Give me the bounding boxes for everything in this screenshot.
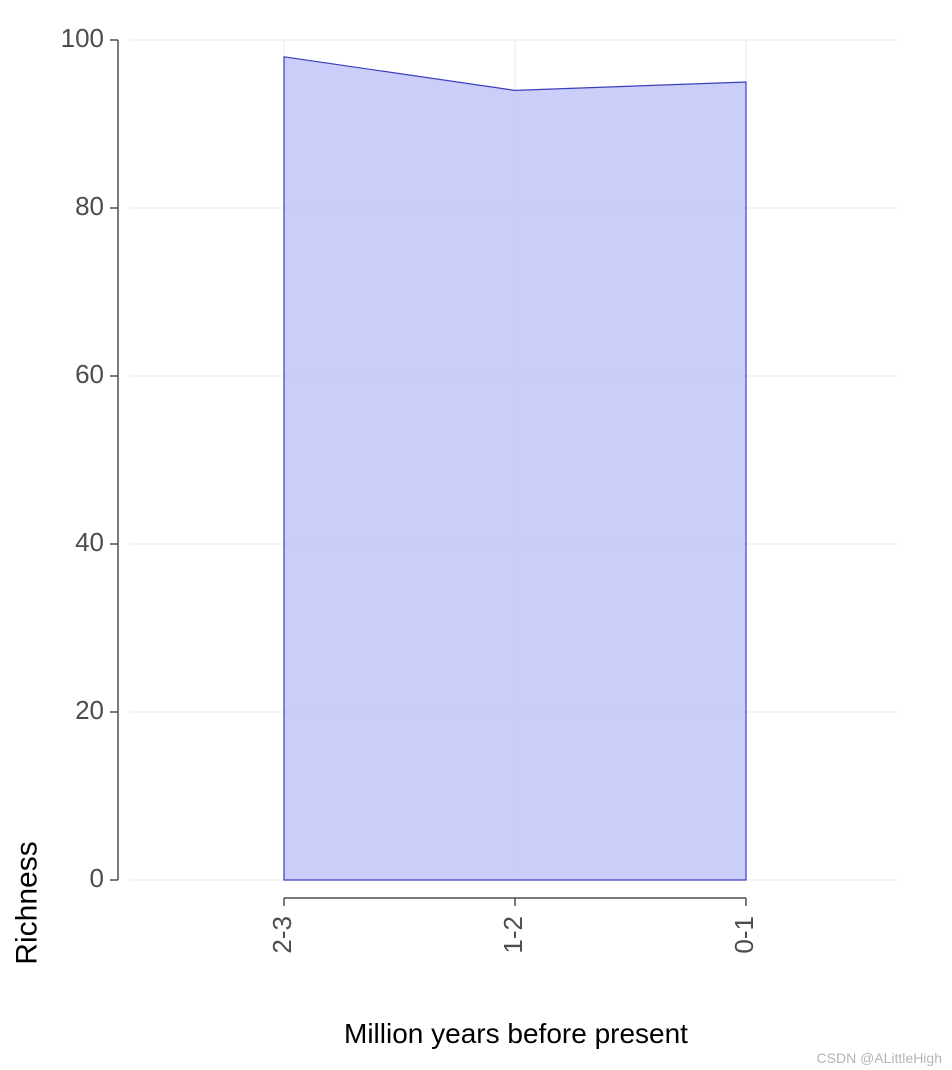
y-axis-label-container: Richness (10, 0, 46, 920)
y-tick-label: 0 (90, 863, 104, 893)
y-tick-label: 20 (75, 695, 104, 725)
x-axis-label: Million years before present (120, 1018, 912, 1050)
y-tick-label: 100 (61, 23, 104, 53)
area-series (284, 57, 746, 880)
x-tick-label: 0-1 (729, 916, 759, 954)
watermark-text: CSDN @ALittleHigh (817, 1050, 942, 1066)
y-tick-label: 80 (75, 191, 104, 221)
y-tick-label: 40 (75, 527, 104, 557)
y-axis-label: Richness (11, 841, 45, 964)
y-tick-label: 60 (75, 359, 104, 389)
area-chart: 0 20 40 60 80 100 2-3 1-2 0-1 (0, 0, 952, 1070)
chart-container: 0 20 40 60 80 100 2-3 1-2 0-1 Richness Million y… (0, 0, 952, 1070)
x-tick-label: 2-3 (267, 916, 297, 954)
x-tick-label: 1-2 (498, 916, 528, 954)
